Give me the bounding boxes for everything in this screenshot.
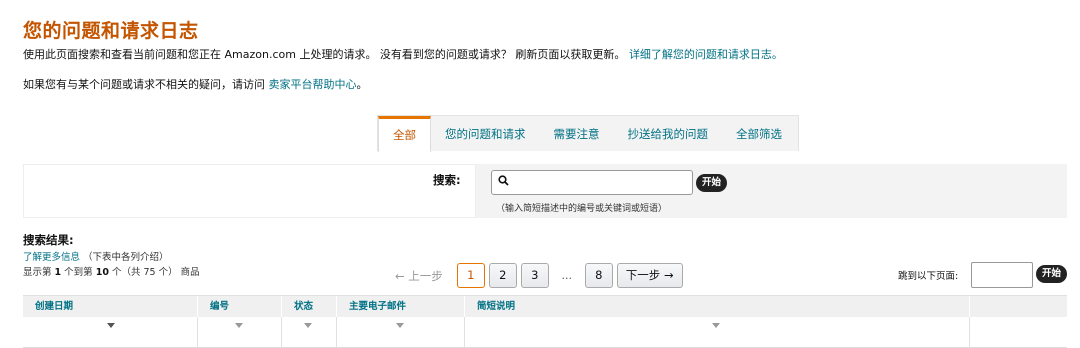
next-page-button[interactable]: 下一步 → xyxy=(616,263,683,288)
page-2-button[interactable]: 2 xyxy=(488,263,517,288)
search-icon xyxy=(498,175,509,189)
jump-label: 跳到以下页面: xyxy=(898,271,959,282)
filter-short-description[interactable] xyxy=(465,317,970,348)
learn-more-columns-link[interactable]: 了解更多信息 xyxy=(23,252,80,263)
chevron-down-icon xyxy=(235,323,243,328)
count-to: 10 xyxy=(95,267,109,278)
count-suffix: 个（共 75 个） 商品 xyxy=(108,267,200,278)
search-label: 搜索: xyxy=(433,173,461,187)
tab-needs-attention[interactable]: 需要注意 xyxy=(540,116,614,152)
col-extra xyxy=(970,296,1067,318)
page-1-button[interactable]: 1 xyxy=(456,263,485,288)
search-input[interactable] xyxy=(516,174,688,191)
learn-more-log-link[interactable]: 详细了解您的问题和请求日志。 xyxy=(629,48,783,61)
col-created-date[interactable]: 创建日期 xyxy=(23,296,198,318)
help-text: 如果您有与某个问题或请求不相关的疑问，请访问 xyxy=(23,78,265,91)
chevron-down-icon xyxy=(712,323,720,328)
results-learn-more: 了解更多信息 （下表中各列介绍） xyxy=(23,249,169,263)
search-go-button[interactable]: 开始 xyxy=(696,174,727,192)
tab-all-filters[interactable]: 全部筛选 xyxy=(722,116,796,152)
search-hint: （输入简短描述中的编号或关键词或短语） xyxy=(496,204,668,214)
tab-your-issues[interactable]: 您的问题和请求 xyxy=(431,116,540,152)
filter-primary-email[interactable] xyxy=(337,317,465,348)
page-last-button[interactable]: 8 xyxy=(584,263,613,288)
col-status[interactable]: 状态 xyxy=(282,296,337,318)
search-panel-left xyxy=(23,164,476,218)
col-id[interactable]: 编号 xyxy=(198,296,282,318)
col-primary-email[interactable]: 主要电子邮件 xyxy=(337,296,465,318)
jump-page-input[interactable] xyxy=(971,262,1033,288)
filter-tabs: 全部 您的问题和请求 需要注意 抄送给我的问题 全部筛选 xyxy=(377,115,799,152)
prev-page-button[interactable]: ← 上一步 xyxy=(395,268,443,284)
results-title: 搜索结果: xyxy=(23,233,74,247)
col-short-description[interactable]: 简短说明 xyxy=(465,296,970,318)
chevron-down-icon xyxy=(396,323,404,328)
help-end: 。 xyxy=(356,78,368,91)
results-table: 创建日期 编号 状态 主要电子邮件 简短说明 xyxy=(23,295,1067,348)
tab-all[interactable]: 全部 xyxy=(378,116,431,152)
count-prefix: 显示第 xyxy=(23,267,55,278)
page-3-button[interactable]: 3 xyxy=(520,263,549,288)
intro-line: 使用此页面搜索和查看当前问题和您正在 Amazon.com 上处理的请求。 没有… xyxy=(23,46,783,62)
filter-extra xyxy=(970,317,1067,348)
tab-cc-to-me[interactable]: 抄送给我的问题 xyxy=(614,116,723,152)
search-panel: 搜索: 开始 （输入简短描述中的编号或关键词或短语） xyxy=(23,164,1067,218)
page-title: 您的问题和请求日志 xyxy=(23,20,199,42)
chevron-down-icon xyxy=(107,323,115,328)
page-ellipsis: ... xyxy=(561,269,573,282)
pagination: ← 上一步 1 2 3 ... 8 下一步 → xyxy=(395,263,683,288)
seller-help-link[interactable]: 卖家平台帮助中心 xyxy=(269,78,357,91)
filter-row xyxy=(23,317,1067,348)
intro-text: 使用此页面搜索和查看当前问题和您正在 Amazon.com 上处理的请求。 没有… xyxy=(23,48,626,61)
jump-go-button[interactable]: 开始 xyxy=(1036,265,1067,283)
count-mid: 个到第 xyxy=(61,267,96,278)
help-line: 如果您有与某个问题或请求不相关的疑问，请访问 卖家平台帮助中心。 xyxy=(23,76,368,92)
search-box xyxy=(491,170,693,195)
filter-created-date[interactable] xyxy=(23,317,198,348)
table-header: 创建日期 编号 状态 主要电子邮件 简短说明 xyxy=(23,295,1067,318)
chevron-down-icon xyxy=(304,323,312,328)
filter-id[interactable] xyxy=(198,317,282,348)
results-count: 显示第 1 个到第 10 个（共 75 个） 商品 xyxy=(23,264,200,278)
filter-status[interactable] xyxy=(282,317,337,348)
learn-more-note: （下表中各列介绍） xyxy=(83,252,169,263)
